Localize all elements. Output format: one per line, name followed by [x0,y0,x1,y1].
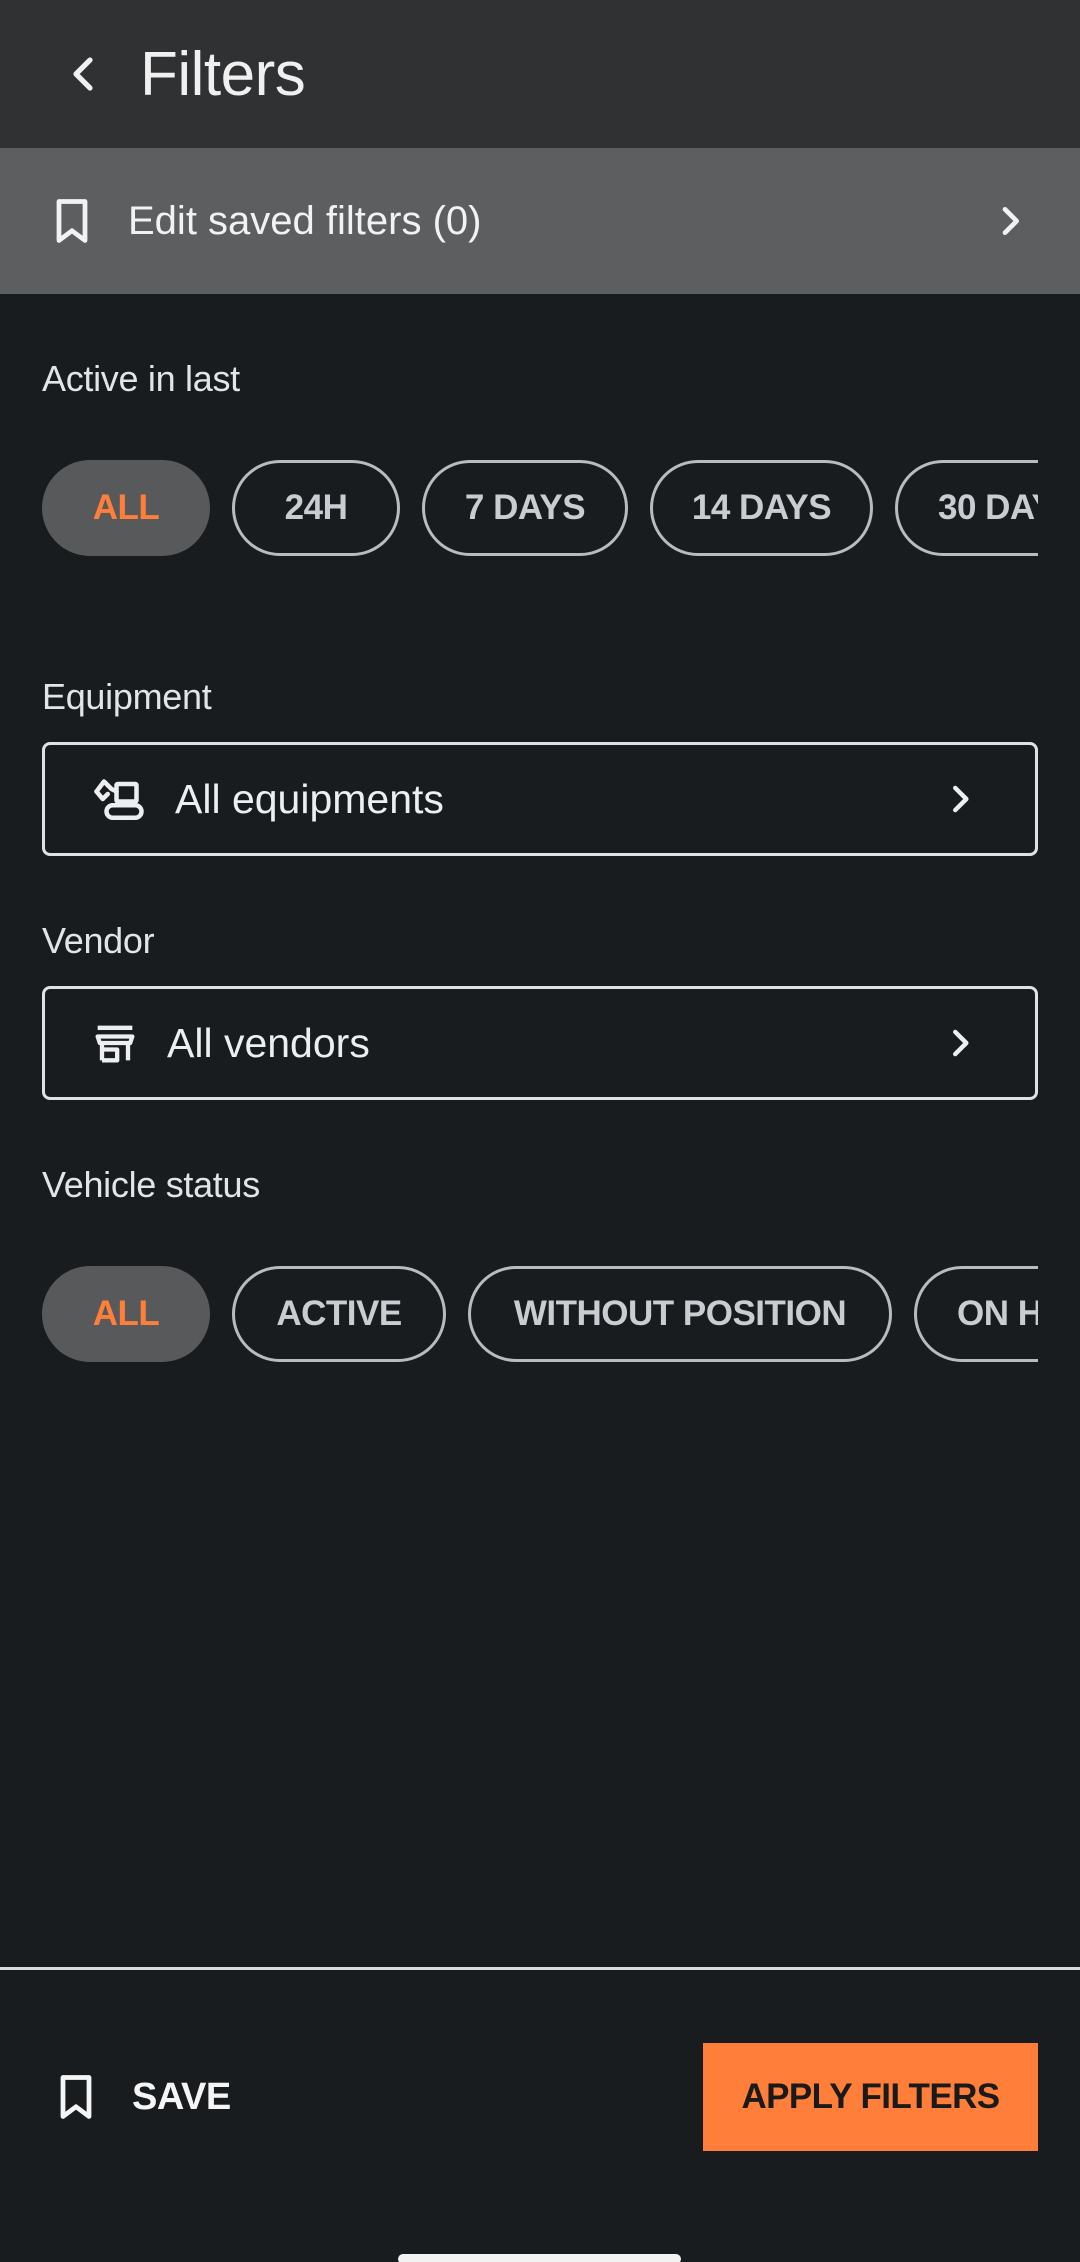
chevron-right-icon [953,1029,969,1057]
equipment-select[interactable]: All equipments [42,742,1038,856]
chevron-right-icon [953,785,969,813]
chevron-left-icon [73,57,93,91]
chip-active-30-days[interactable]: 30 DAYS [895,460,1038,556]
chip-active-7-days[interactable]: 7 DAYS [422,460,628,556]
store-icon [95,1025,135,1063]
chevron-right-icon [1002,207,1019,235]
edit-saved-filters-label: Edit saved filters (0) [128,198,482,243]
chip-status-without-position[interactable]: WITHOUT POSITION [468,1266,892,1362]
save-button[interactable]: SAVE [50,2040,231,2154]
chip-status-on-hold[interactable]: ON HOLD [914,1266,1038,1362]
vendor-label: Vendor [42,920,155,961]
save-label: SAVE [132,2075,231,2118]
vehicle-status-label: Vehicle status [42,1164,260,1205]
chip-status-active[interactable]: ACTIVE [232,1266,446,1362]
equipment-label: Equipment [42,676,212,717]
back-button[interactable] [24,0,144,148]
vehicle-status-chips: ALL ACTIVE WITHOUT POSITION ON HOLD [42,1266,1038,1364]
excavator-icon [94,779,144,820]
edit-saved-filters-row[interactable]: Edit saved filters (0) [0,148,1080,294]
active-in-last-label: Active in last [42,358,240,399]
bottom-divider [0,1967,1080,1970]
chip-status-all[interactable]: ALL [42,1266,210,1362]
active-in-last-chips: ALL 24H 7 DAYS 14 DAYS 30 DAYS [42,460,1038,558]
chip-active-24h[interactable]: 24H [232,460,400,556]
equipment-value: All equipments [175,775,444,822]
vendor-value: All vendors [167,1019,370,1066]
apply-filters-button[interactable]: APPLY FILTERS [703,2043,1038,2151]
vendor-select[interactable]: All vendors [42,986,1038,1100]
chip-active-14-days[interactable]: 14 DAYS [650,460,873,556]
app-bar: Filters [0,0,1080,148]
page-title: Filters [140,39,306,109]
bookmark-icon [56,199,88,243]
home-indicator[interactable] [398,2254,681,2262]
bookmark-icon [60,2075,92,2119]
chip-active-all[interactable]: ALL [42,460,210,556]
filters-screen: Filters Edit saved filters (0) Active in… [0,0,1080,2262]
